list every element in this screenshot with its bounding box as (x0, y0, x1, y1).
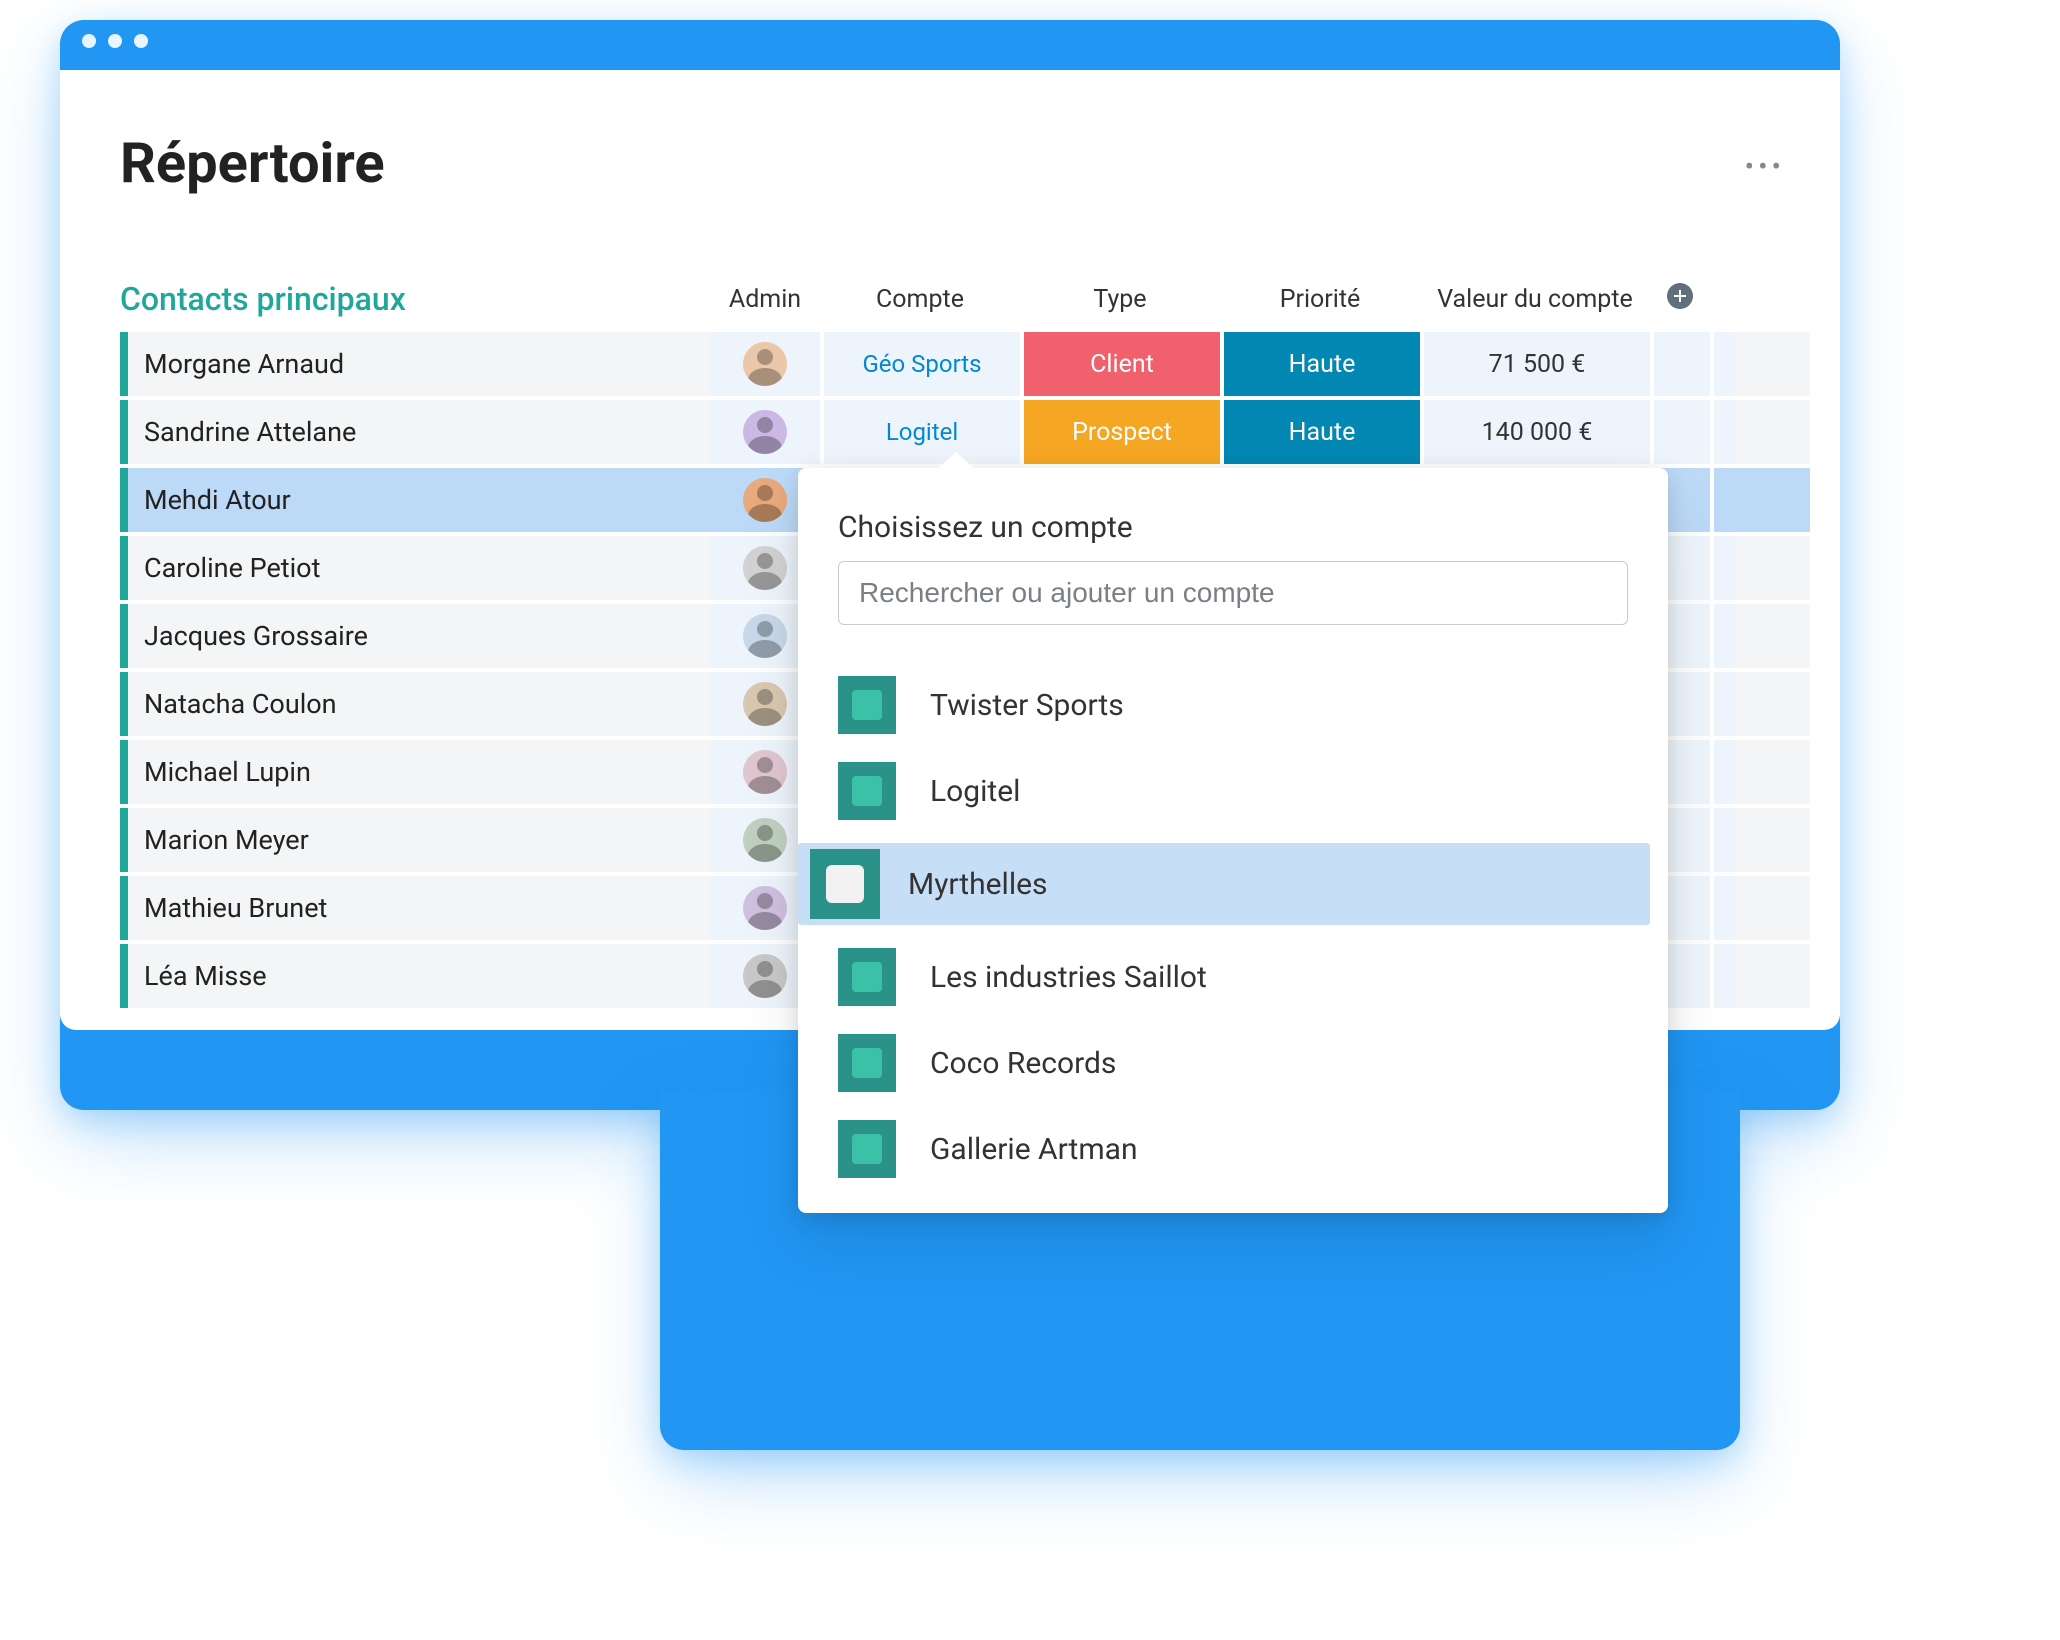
type-cell[interactable]: Prospect (1020, 400, 1220, 464)
row-end (1710, 332, 1735, 396)
contact-name[interactable]: Michael Lupin (128, 740, 710, 804)
checkbox-inner (852, 776, 882, 806)
account-option[interactable]: Coco Records (838, 1029, 1628, 1097)
row-accent-bar (120, 740, 128, 804)
row-accent-bar (120, 808, 128, 872)
avatar (743, 750, 787, 794)
row-accent-bar (120, 332, 128, 396)
section-title: Contacts principaux (120, 280, 406, 318)
type-pill: Prospect (1024, 400, 1220, 464)
contact-name[interactable]: Mathieu Brunet (128, 876, 710, 940)
more-menu-icon[interactable]: ••• (1745, 150, 1785, 183)
extra-cell (1650, 400, 1710, 464)
avatar (743, 478, 787, 522)
contact-name[interactable]: Léa Misse (128, 944, 710, 1008)
contact-name[interactable]: Caroline Petiot (128, 536, 710, 600)
checkbox-inner (852, 1134, 882, 1164)
option-checkbox[interactable] (838, 948, 896, 1006)
option-checkbox[interactable] (838, 762, 896, 820)
window-dot (82, 34, 96, 48)
avatar (743, 954, 787, 998)
option-label: Gallerie Artman (930, 1132, 1138, 1167)
option-label: Coco Records (930, 1046, 1116, 1081)
header-prio[interactable]: Priorité (1220, 285, 1420, 314)
header-compte[interactable]: Compte (820, 285, 1020, 314)
priority-pill: Haute (1224, 400, 1420, 464)
admin-cell[interactable] (710, 400, 820, 464)
value-cell[interactable]: 140 000 € (1420, 400, 1650, 464)
value-cell[interactable]: 71 500 € (1420, 332, 1650, 396)
account-option[interactable]: Logitel (838, 757, 1628, 825)
account-option[interactable]: Les industries Saillot (838, 943, 1628, 1011)
header-admin[interactable]: Admin (710, 285, 820, 314)
avatar (743, 818, 787, 862)
avatar (743, 614, 787, 658)
window-dot (134, 34, 148, 48)
contact-name[interactable]: Morgane Arnaud (128, 332, 710, 396)
priority-cell[interactable]: Haute (1220, 332, 1420, 396)
window-dot (108, 34, 122, 48)
priority-cell[interactable]: Haute (1220, 400, 1420, 464)
header-type[interactable]: Type (1020, 285, 1220, 314)
row-accent-bar (120, 944, 128, 1008)
type-cell[interactable]: Client (1020, 332, 1220, 396)
checkbox-inner (852, 1048, 882, 1078)
avatar (743, 886, 787, 930)
row-end (1710, 604, 1735, 668)
option-checkbox[interactable] (838, 1120, 896, 1178)
checkbox-inner (826, 865, 864, 903)
contact-name[interactable]: Sandrine Attelane (128, 400, 710, 464)
account-option[interactable]: Twister Sports (838, 671, 1628, 739)
page-title: Répertoire (120, 130, 385, 196)
add-column-icon[interactable] (1667, 283, 1693, 309)
option-checkbox[interactable] (810, 849, 880, 919)
row-end (1710, 672, 1735, 736)
row-accent-bar (120, 468, 128, 532)
checkbox-inner (852, 690, 882, 720)
row-accent-bar (120, 876, 128, 940)
avatar (743, 410, 787, 454)
contact-name[interactable]: Natacha Coulon (128, 672, 710, 736)
avatar (743, 342, 787, 386)
table-row[interactable]: Morgane Arnaud Géo SportsClientHaute71 50… (120, 332, 1810, 396)
row-accent-bar (120, 400, 128, 464)
option-label: Les industries Saillot (930, 960, 1207, 995)
header-valeur[interactable]: Valeur du compte (1420, 285, 1650, 314)
extra-cell (1650, 332, 1710, 396)
contact-name[interactable]: Marion Meyer (128, 808, 710, 872)
account-selector-popover: Choisissez un compte Twister Sports Logit… (798, 468, 1668, 1213)
avatar (743, 546, 787, 590)
row-end (1710, 400, 1735, 464)
row-end (1710, 944, 1735, 1008)
row-end (1710, 740, 1735, 804)
account-option-list: Twister Sports Logitel Myrthelles Les indus… (838, 671, 1628, 1183)
account-option[interactable]: Gallerie Artman (838, 1115, 1628, 1183)
admin-cell[interactable] (710, 332, 820, 396)
row-accent-bar (120, 672, 128, 736)
row-accent-bar (120, 604, 128, 668)
priority-pill: Haute (1224, 332, 1420, 396)
compte-cell[interactable]: Géo Sports (820, 332, 1020, 396)
option-checkbox[interactable] (838, 1034, 896, 1092)
checkbox-inner (852, 962, 882, 992)
row-end (1710, 876, 1735, 940)
compte-cell[interactable]: Logitel (820, 400, 1020, 464)
window-controls (82, 34, 148, 48)
row-end (1710, 808, 1735, 872)
row-end (1710, 468, 1735, 532)
account-option[interactable]: Myrthelles (798, 843, 1650, 925)
popover-title: Choisissez un compte (838, 510, 1628, 545)
contact-name[interactable]: Jacques Grossaire (128, 604, 710, 668)
column-headers: Contacts principaux Admin Compte Type Pr… (120, 270, 1810, 328)
option-label: Logitel (930, 774, 1020, 809)
option-label: Myrthelles (908, 867, 1048, 902)
type-pill: Client (1024, 332, 1220, 396)
option-label: Twister Sports (930, 688, 1124, 723)
account-search-input[interactable] (838, 561, 1628, 625)
contact-name[interactable]: Mehdi Atour (128, 468, 710, 532)
option-checkbox[interactable] (838, 676, 896, 734)
row-end (1710, 536, 1735, 600)
row-accent-bar (120, 536, 128, 600)
avatar (743, 682, 787, 726)
